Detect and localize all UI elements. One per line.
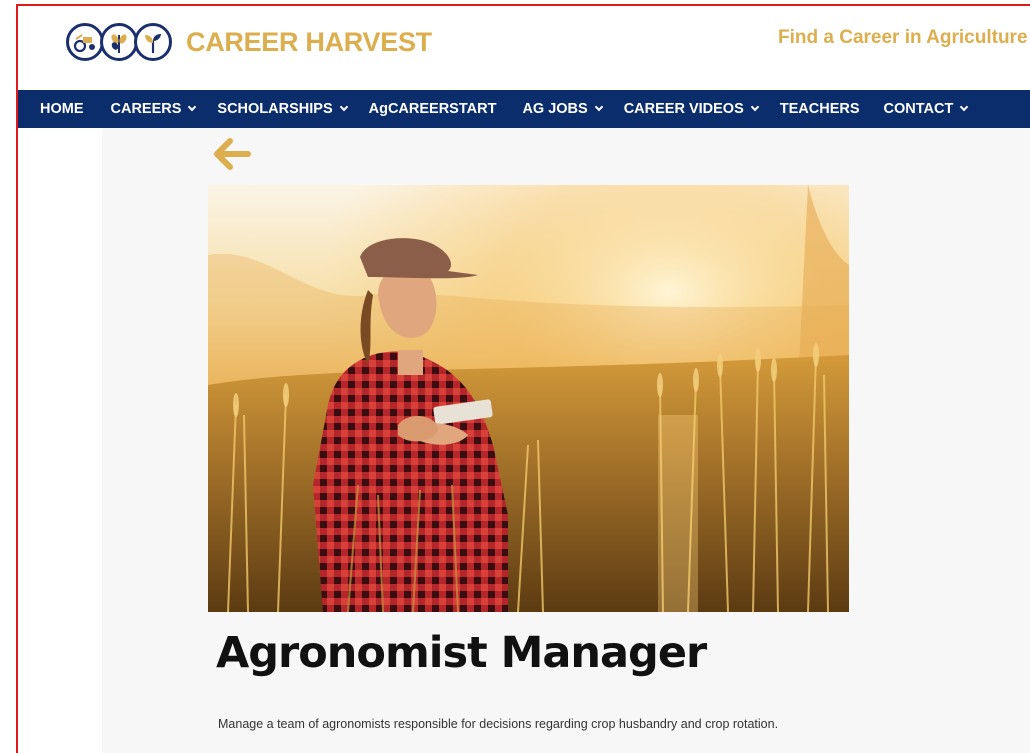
- nav-label: SCHOLARSHIPS: [217, 101, 333, 117]
- page-title: Agronomist Manager: [216, 628, 707, 678]
- tractor-icon: [66, 23, 104, 61]
- chevron-down-icon: [594, 102, 603, 112]
- site-logo[interactable]: CAREER HARVEST: [66, 23, 432, 61]
- nav-label: AgCAREERSTART: [368, 101, 497, 117]
- chevron-down-icon: [339, 102, 348, 112]
- logo-emblem: [66, 23, 172, 61]
- chevron-down-icon: [960, 102, 969, 112]
- site-tagline: Find a Career in Agriculture: [778, 27, 1028, 48]
- nav-item-agcareerstart[interactable]: AgCAREERSTART: [369, 101, 497, 117]
- nav-label: CONTACT: [883, 101, 954, 117]
- nav-label: TEACHERS: [779, 101, 860, 117]
- nav-label: HOME: [40, 101, 84, 117]
- arrow-left-icon: [214, 138, 251, 170]
- page-frame: CAREER HARVEST Find a Career in Agricult…: [16, 4, 1030, 753]
- nav-item-contact[interactable]: CONTACT: [883, 101, 969, 117]
- chevron-down-icon: [750, 102, 760, 112]
- sprout-icon: [134, 23, 172, 61]
- nav-item-ag-jobs[interactable]: AG JOBS: [522, 101, 603, 117]
- nav-item-home[interactable]: HOME: [40, 101, 84, 117]
- logo-text: CAREER HARVEST: [186, 26, 432, 57]
- site-header: CAREER HARVEST Find a Career in Agricult…: [18, 6, 1030, 90]
- nav-label: CAREERS: [110, 101, 182, 117]
- nav-item-scholarships[interactable]: SCHOLARSHIPS: [217, 101, 348, 117]
- chevron-down-icon: [188, 102, 197, 112]
- back-button[interactable]: [210, 134, 254, 174]
- nav-label: AG JOBS: [522, 101, 588, 117]
- career-description: Manage a team of agronomists responsible…: [218, 717, 779, 731]
- nav-item-teachers[interactable]: TEACHERS: [780, 101, 860, 117]
- nav-item-careers[interactable]: CAREERS: [110, 101, 197, 117]
- wheat-icon: [100, 23, 138, 61]
- nav-label: CAREER VIDEOS: [623, 101, 744, 117]
- main-nav: HOME CAREERS SCHOLARSHIPS AgCAREERSTART …: [18, 90, 1030, 128]
- hero-image: [208, 185, 849, 612]
- nav-item-career-videos[interactable]: CAREER VIDEOS: [623, 101, 760, 117]
